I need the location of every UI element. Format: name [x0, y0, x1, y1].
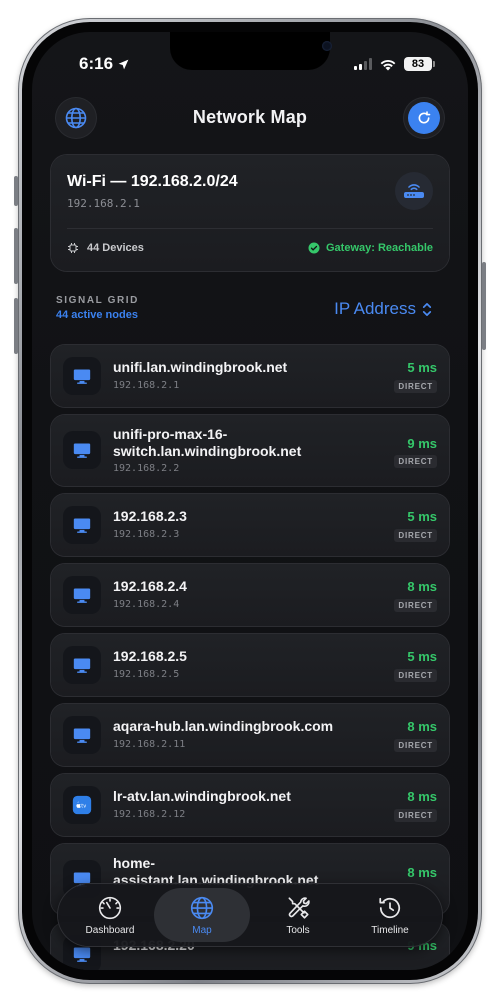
chip-icon: [68, 243, 78, 253]
active-node-count: 44 active nodes: [56, 309, 138, 321]
connection-badge: DIRECT: [394, 599, 437, 612]
desktop-icon: [63, 716, 101, 754]
device-name: unifi-pro-max-16-switch.lan.windingbrook…: [113, 426, 302, 459]
chevron-up-down-icon: [422, 302, 432, 316]
tools-icon: [288, 896, 310, 919]
gateway-status-text: Gateway: Reachable: [326, 242, 433, 254]
device-name: 192.168.2.3: [113, 508, 187, 524]
sort-picker[interactable]: IP Address: [334, 299, 432, 319]
device-latency: 5 ms: [407, 509, 437, 524]
status-indicators: 83: [354, 57, 435, 71]
device-latency: 8 ms: [407, 789, 437, 804]
tab-bar: Dashboard Map Tools Timeline: [58, 884, 442, 946]
device-row[interactable]: 192.168.2.3 192.168.2.3 5 ms DIRECT: [51, 494, 449, 556]
network-title: Wi-Fi — 192.168.2.0/24: [67, 173, 238, 190]
section-label: SIGNAL GRID: [56, 295, 139, 306]
router-icon: [395, 172, 433, 210]
device-ip: 192.168.2.3: [113, 529, 180, 540]
connection-badge: DIRECT: [394, 809, 437, 822]
front-camera: [322, 41, 332, 51]
device-ip: 192.168.2.4: [113, 599, 180, 610]
connection-badge: DIRECT: [394, 739, 437, 752]
tab-label: Map: [192, 924, 212, 936]
device-row[interactable]: aqara-hub.lan.windingbrook.com 192.168.2…: [51, 704, 449, 766]
tab-label: Dashboard: [85, 924, 135, 936]
network-summary-card[interactable]: Wi-Fi — 192.168.2.0/24 192.168.2.1 44 De…: [51, 155, 449, 271]
history-icon: [379, 897, 401, 918]
device-row[interactable]: 192.168.2.4 192.168.2.4 8 ms DIRECT: [51, 564, 449, 626]
desktop-icon: [63, 576, 101, 614]
card-divider: [67, 228, 433, 229]
tab-timeline[interactable]: Timeline: [342, 888, 438, 942]
svg-text:tv: tv: [81, 803, 86, 809]
wifi-icon: [380, 59, 396, 70]
device-name: lr-atv.lan.windingbrook.net: [113, 788, 291, 804]
device-name: aqara-hub.lan.windingbrook.com: [113, 718, 334, 734]
device-latency: 8 ms: [407, 579, 437, 594]
volume-down-button: [14, 298, 18, 354]
globe-icon: [190, 896, 214, 919]
device-latency: 5 ms: [407, 649, 437, 664]
refresh-button[interactable]: [404, 98, 444, 138]
status-time: 6:16: [79, 54, 130, 74]
app-screen: 6:16 83 Network Map Wi-Fi — 192.168.2.0/…: [32, 32, 468, 970]
power-button: [482, 262, 486, 350]
gauge-icon: [98, 896, 122, 919]
device-ip: 192.168.2.5: [113, 669, 180, 680]
clock-text: 6:16: [79, 54, 114, 73]
tab-label: Timeline: [371, 924, 409, 936]
location-arrow-icon: [118, 59, 129, 69]
device-latency: 5 ms: [407, 360, 437, 375]
device-latency: 9 ms: [407, 436, 437, 451]
cellular-signal-icon: [354, 58, 372, 70]
desktop-icon: [63, 357, 101, 395]
device-latency: 8 ms: [407, 865, 437, 880]
desktop-icon: [63, 646, 101, 684]
device-name: 192.168.2.4: [113, 578, 187, 594]
connection-badge: DIRECT: [394, 380, 437, 393]
mute-switch: [14, 176, 18, 206]
volume-up-button: [14, 228, 18, 284]
device-count: 44 Devices: [67, 242, 144, 254]
connection-badge: DIRECT: [394, 455, 437, 468]
device-ip: 192.168.2.12: [113, 809, 186, 820]
device-name: 192.168.2.5: [113, 648, 187, 664]
device-ip: 192.168.2.11: [113, 739, 186, 750]
device-row[interactable]: 192.168.2.5 192.168.2.5 5 ms DIRECT: [51, 634, 449, 696]
checkmark-circle-icon: [308, 242, 320, 254]
connection-badge: DIRECT: [394, 669, 437, 682]
device-name: unifi.lan.windingbrook.net: [113, 359, 288, 375]
device-row[interactable]: tv lr-atv.lan.windingbrook.net 192.168.2…: [51, 774, 449, 836]
connection-badge: DIRECT: [394, 529, 437, 542]
refresh-icon: [418, 111, 431, 124]
device-row[interactable]: unifi-pro-max-16-switch.lan.windingbrook…: [51, 415, 449, 486]
notch: [170, 32, 332, 70]
device-count-text: 44 Devices: [87, 242, 144, 254]
tab-dashboard[interactable]: Dashboard: [62, 888, 158, 942]
battery-level: 83: [411, 58, 425, 70]
battery-indicator: 83: [404, 57, 435, 71]
device-ip: 192.168.2.2: [113, 463, 180, 474]
gateway-status: Gateway: Reachable: [308, 242, 433, 254]
device-latency: 8 ms: [407, 719, 437, 734]
device-ip: 192.168.2.1: [113, 380, 180, 391]
sort-picker-label: IP Address: [334, 299, 416, 318]
tab-label: Tools: [286, 924, 310, 936]
tab-tools[interactable]: Tools: [250, 888, 346, 942]
tab-map[interactable]: Map: [154, 888, 250, 942]
desktop-icon: [63, 431, 101, 469]
apple-tv-icon: tv: [63, 786, 101, 824]
network-ip: 192.168.2.1: [67, 197, 140, 210]
desktop-icon: [63, 506, 101, 544]
page-title: Network Map: [192, 107, 308, 127]
device-row[interactable]: unifi.lan.windingbrook.net 192.168.2.1 5…: [51, 345, 449, 407]
